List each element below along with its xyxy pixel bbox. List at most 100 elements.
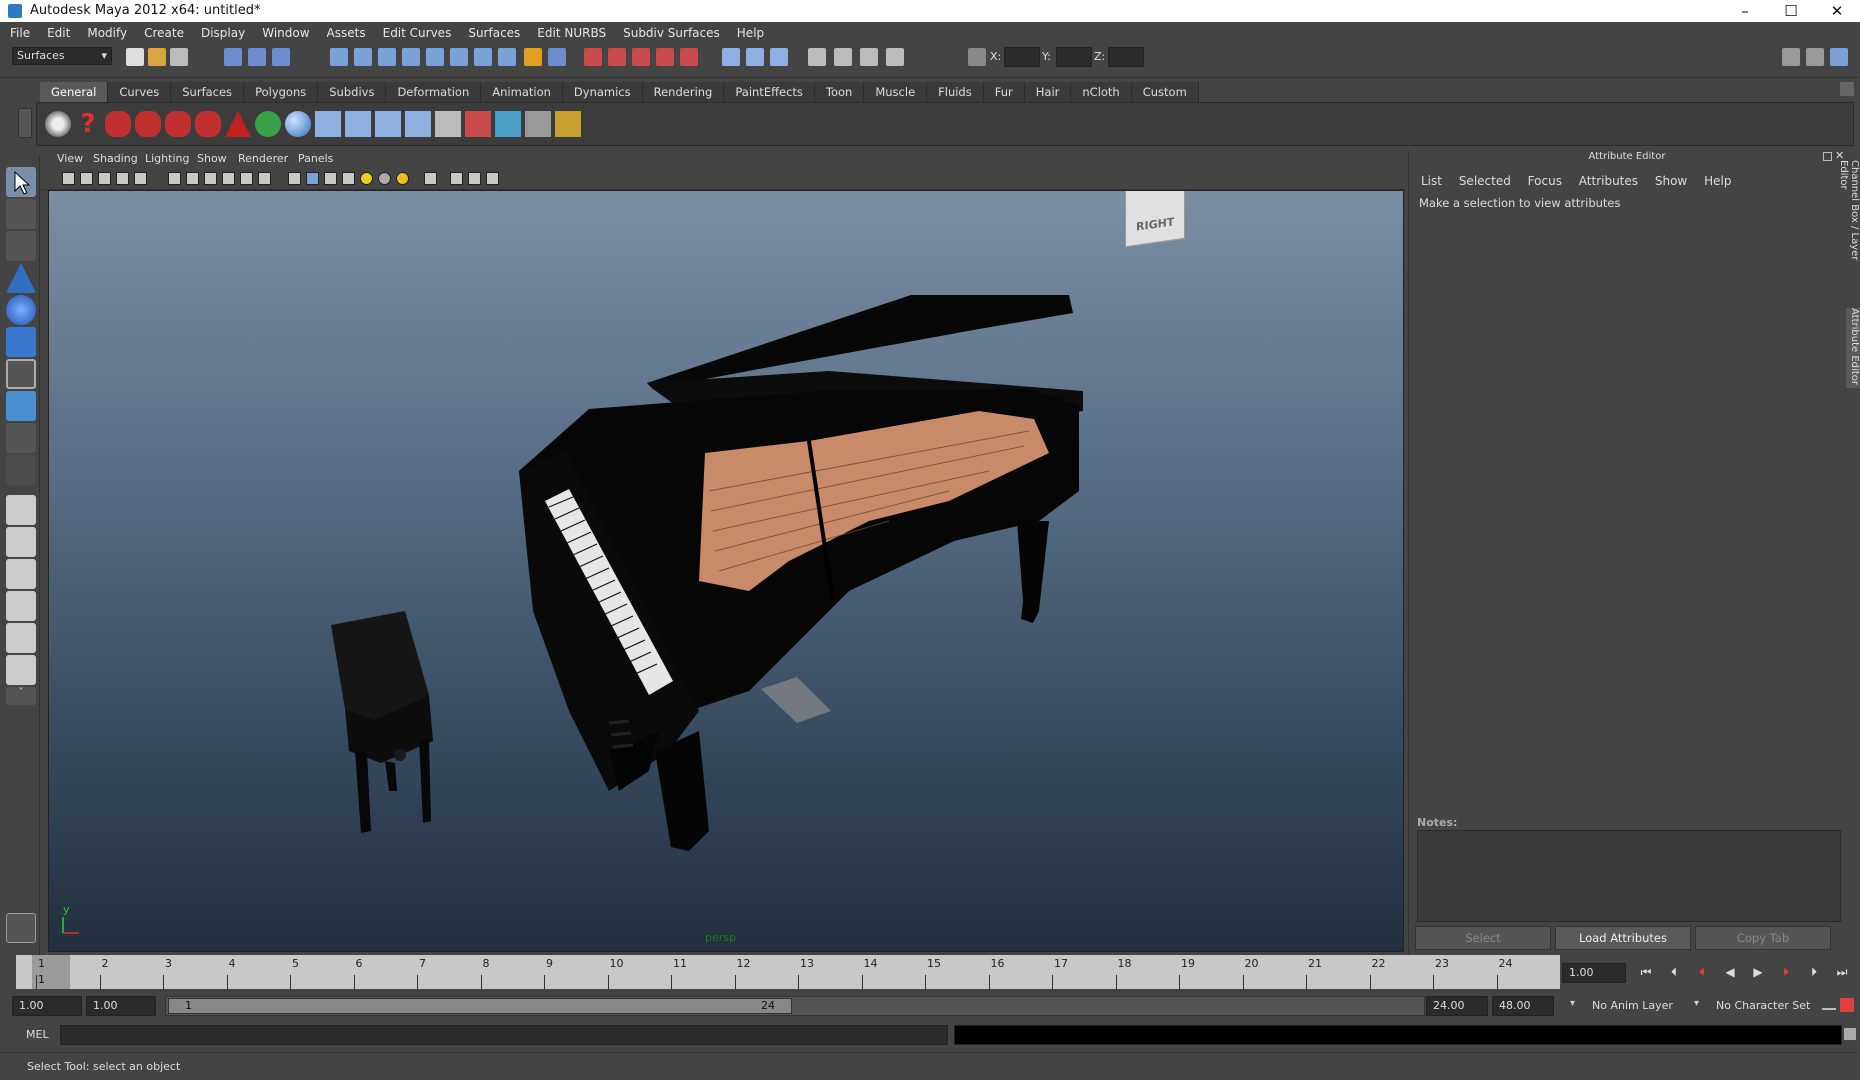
select-by-curve-icon[interactable]: [378, 48, 396, 66]
maximize-button[interactable]: ☐: [1768, 0, 1814, 22]
hypershade-icon[interactable]: [495, 111, 521, 137]
menu-edit-nurbs[interactable]: Edit NURBS: [537, 26, 606, 40]
scale-tool-icon[interactable]: [6, 327, 36, 357]
select-by-dynamic-icon[interactable]: [450, 48, 468, 66]
persp-graph-hypergraph-layout-icon[interactable]: [6, 655, 36, 685]
make-live-icon[interactable]: [680, 48, 698, 66]
select-by-rendering-icon[interactable]: [474, 48, 492, 66]
step-back-frame-icon[interactable]: ⏴: [1664, 965, 1684, 981]
menu-edit-curves[interactable]: Edit Curves: [383, 26, 452, 40]
joint-tool-icon[interactable]: [315, 111, 341, 137]
menu-display[interactable]: Display: [201, 26, 245, 40]
dope-sheet-icon[interactable]: [465, 111, 491, 137]
single-perspective-layout-icon[interactable]: [6, 495, 36, 525]
current-time-field[interactable]: 1.00: [1562, 963, 1626, 983]
persp-graph-layout-icon[interactable]: [6, 591, 36, 621]
time-ruler[interactable]: 1 1 2 3 4 5 6 7 8 9 10 11 12 13 14 15 16 17 18 19 20 21 22 23 2…: [16, 955, 1560, 989]
menu-subdiv-surfaces[interactable]: Subdiv Surfaces: [623, 26, 720, 40]
playback-start-field[interactable]: 1.00: [86, 996, 156, 1016]
outliner-icon[interactable]: [525, 111, 551, 137]
minimize-button[interactable]: –: [1722, 0, 1768, 22]
input-ops-icon[interactable]: [722, 48, 740, 66]
ae-menu-focus[interactable]: Focus: [1528, 174, 1562, 188]
textured-icon[interactable]: [342, 172, 355, 185]
view-cube[interactable]: RIGHT: [1125, 191, 1185, 248]
shelf-trash-icon[interactable]: [1840, 82, 1854, 96]
select-hierarchy-icon[interactable]: [224, 48, 242, 66]
shelf-tab-curves[interactable]: Curves: [108, 82, 172, 102]
close-button[interactable]: ✕: [1814, 0, 1860, 22]
mel-script-icon-4[interactable]: [195, 111, 221, 137]
go-to-end-icon[interactable]: ⏭: [1832, 965, 1852, 981]
go-to-start-icon[interactable]: ⏮: [1636, 965, 1656, 981]
wireframe-icon[interactable]: [288, 172, 301, 185]
render-view-icon[interactable]: [808, 48, 826, 66]
ae-menu-selected[interactable]: Selected: [1459, 174, 1511, 188]
select-camera-icon[interactable]: [62, 172, 75, 185]
auto-key-icon[interactable]: [1822, 1000, 1836, 1010]
two-d-pan-zoom-icon[interactable]: [134, 172, 147, 185]
select-by-joint-icon[interactable]: [354, 48, 372, 66]
shelf-tab-surfaces[interactable]: Surfaces: [171, 82, 245, 102]
image-plane-icon[interactable]: [116, 172, 129, 185]
toggle-channel-box-icon[interactable]: [1830, 48, 1848, 66]
xray-joints-icon[interactable]: [468, 172, 481, 185]
open-scene-icon[interactable]: [148, 48, 166, 66]
y-field[interactable]: [1056, 47, 1092, 67]
red-script-icon[interactable]: [225, 111, 251, 137]
ae-menu-show[interactable]: Show: [1655, 174, 1687, 188]
panel-menu-show[interactable]: Show: [197, 152, 227, 165]
load-attributes-button[interactable]: Load Attributes: [1555, 926, 1691, 950]
bookmarks-icon[interactable]: [98, 172, 111, 185]
perspective-viewport[interactable]: RIGHT y persp: [48, 190, 1404, 952]
channel-box-tab[interactable]: Channel Box / Layer Editor: [1838, 160, 1860, 290]
ae-menu-list[interactable]: List: [1421, 174, 1442, 188]
mel-script-icon-1[interactable]: [105, 111, 131, 137]
anim-layer-chevron-icon[interactable]: ▾: [1570, 998, 1575, 1009]
shelf-tab-deformation[interactable]: Deformation: [386, 82, 482, 102]
step-back-key-icon[interactable]: ⏴: [1692, 965, 1712, 981]
bind-skin-icon[interactable]: [405, 111, 431, 137]
use-all-lights-icon[interactable]: [360, 172, 373, 185]
character-set-dropdown[interactable]: No Character Set: [1716, 999, 1810, 1012]
film-gate-icon[interactable]: [186, 172, 199, 185]
toggle-attribute-editor-icon[interactable]: [1782, 48, 1800, 66]
menu-edit[interactable]: Edit: [47, 26, 70, 40]
shelf-tab-dynamics[interactable]: Dynamics: [562, 82, 643, 102]
panel-menu-panels[interactable]: Panels: [298, 152, 333, 165]
isolate-select-icon[interactable]: [424, 172, 437, 185]
transform-field-mode-icon[interactable]: [968, 48, 986, 66]
shelf-tab-toon[interactable]: Toon: [814, 82, 865, 102]
hypershade-persp-layout-icon[interactable]: [6, 623, 36, 653]
end-time-field[interactable]: 48.00: [1492, 996, 1554, 1016]
ik-spline-icon[interactable]: [375, 111, 401, 137]
attribute-editor-tab[interactable]: Attribute Editor: [1846, 308, 1860, 388]
shadows-icon[interactable]: [378, 172, 391, 185]
move-tool-icon[interactable]: [6, 263, 36, 293]
graph-editor-icon[interactable]: [435, 111, 461, 137]
command-input[interactable]: [60, 1025, 948, 1045]
resolution-gate-icon[interactable]: [204, 172, 217, 185]
render-settings-icon[interactable]: [886, 48, 904, 66]
default-light-icon[interactable]: [396, 172, 409, 185]
select-object-icon[interactable]: [248, 48, 266, 66]
menu-help[interactable]: Help: [737, 26, 764, 40]
mel-label[interactable]: MEL: [26, 1028, 49, 1041]
safe-action-icon[interactable]: [258, 172, 271, 185]
ik-handle-icon[interactable]: [345, 111, 371, 137]
anim-layer-dropdown[interactable]: No Anim Layer: [1592, 999, 1673, 1012]
toggle-tool-settings-icon[interactable]: [1806, 48, 1824, 66]
persp-outliner-layout-icon[interactable]: [6, 559, 36, 589]
play-forwards-icon[interactable]: ▶: [1748, 965, 1768, 981]
select-by-deformation-icon[interactable]: [426, 48, 444, 66]
soft-modification-icon[interactable]: [6, 391, 36, 421]
select-tool-icon[interactable]: [6, 167, 36, 197]
lock-selection-icon[interactable]: [524, 48, 542, 66]
last-tool-icon[interactable]: [6, 455, 36, 485]
universal-manipulator-icon[interactable]: [6, 359, 36, 389]
shelf-tab-general[interactable]: General: [40, 82, 109, 102]
time-slider[interactable]: 1 1 2 3 4 5 6 7 8 9 10 11 12 13 14 15 16 17 18 19 20 21 22 23 2…: [0, 955, 1860, 991]
four-view-layout-icon[interactable]: [6, 527, 36, 557]
save-scene-icon[interactable]: [170, 48, 188, 66]
smooth-shade-icon[interactable]: [306, 172, 319, 185]
